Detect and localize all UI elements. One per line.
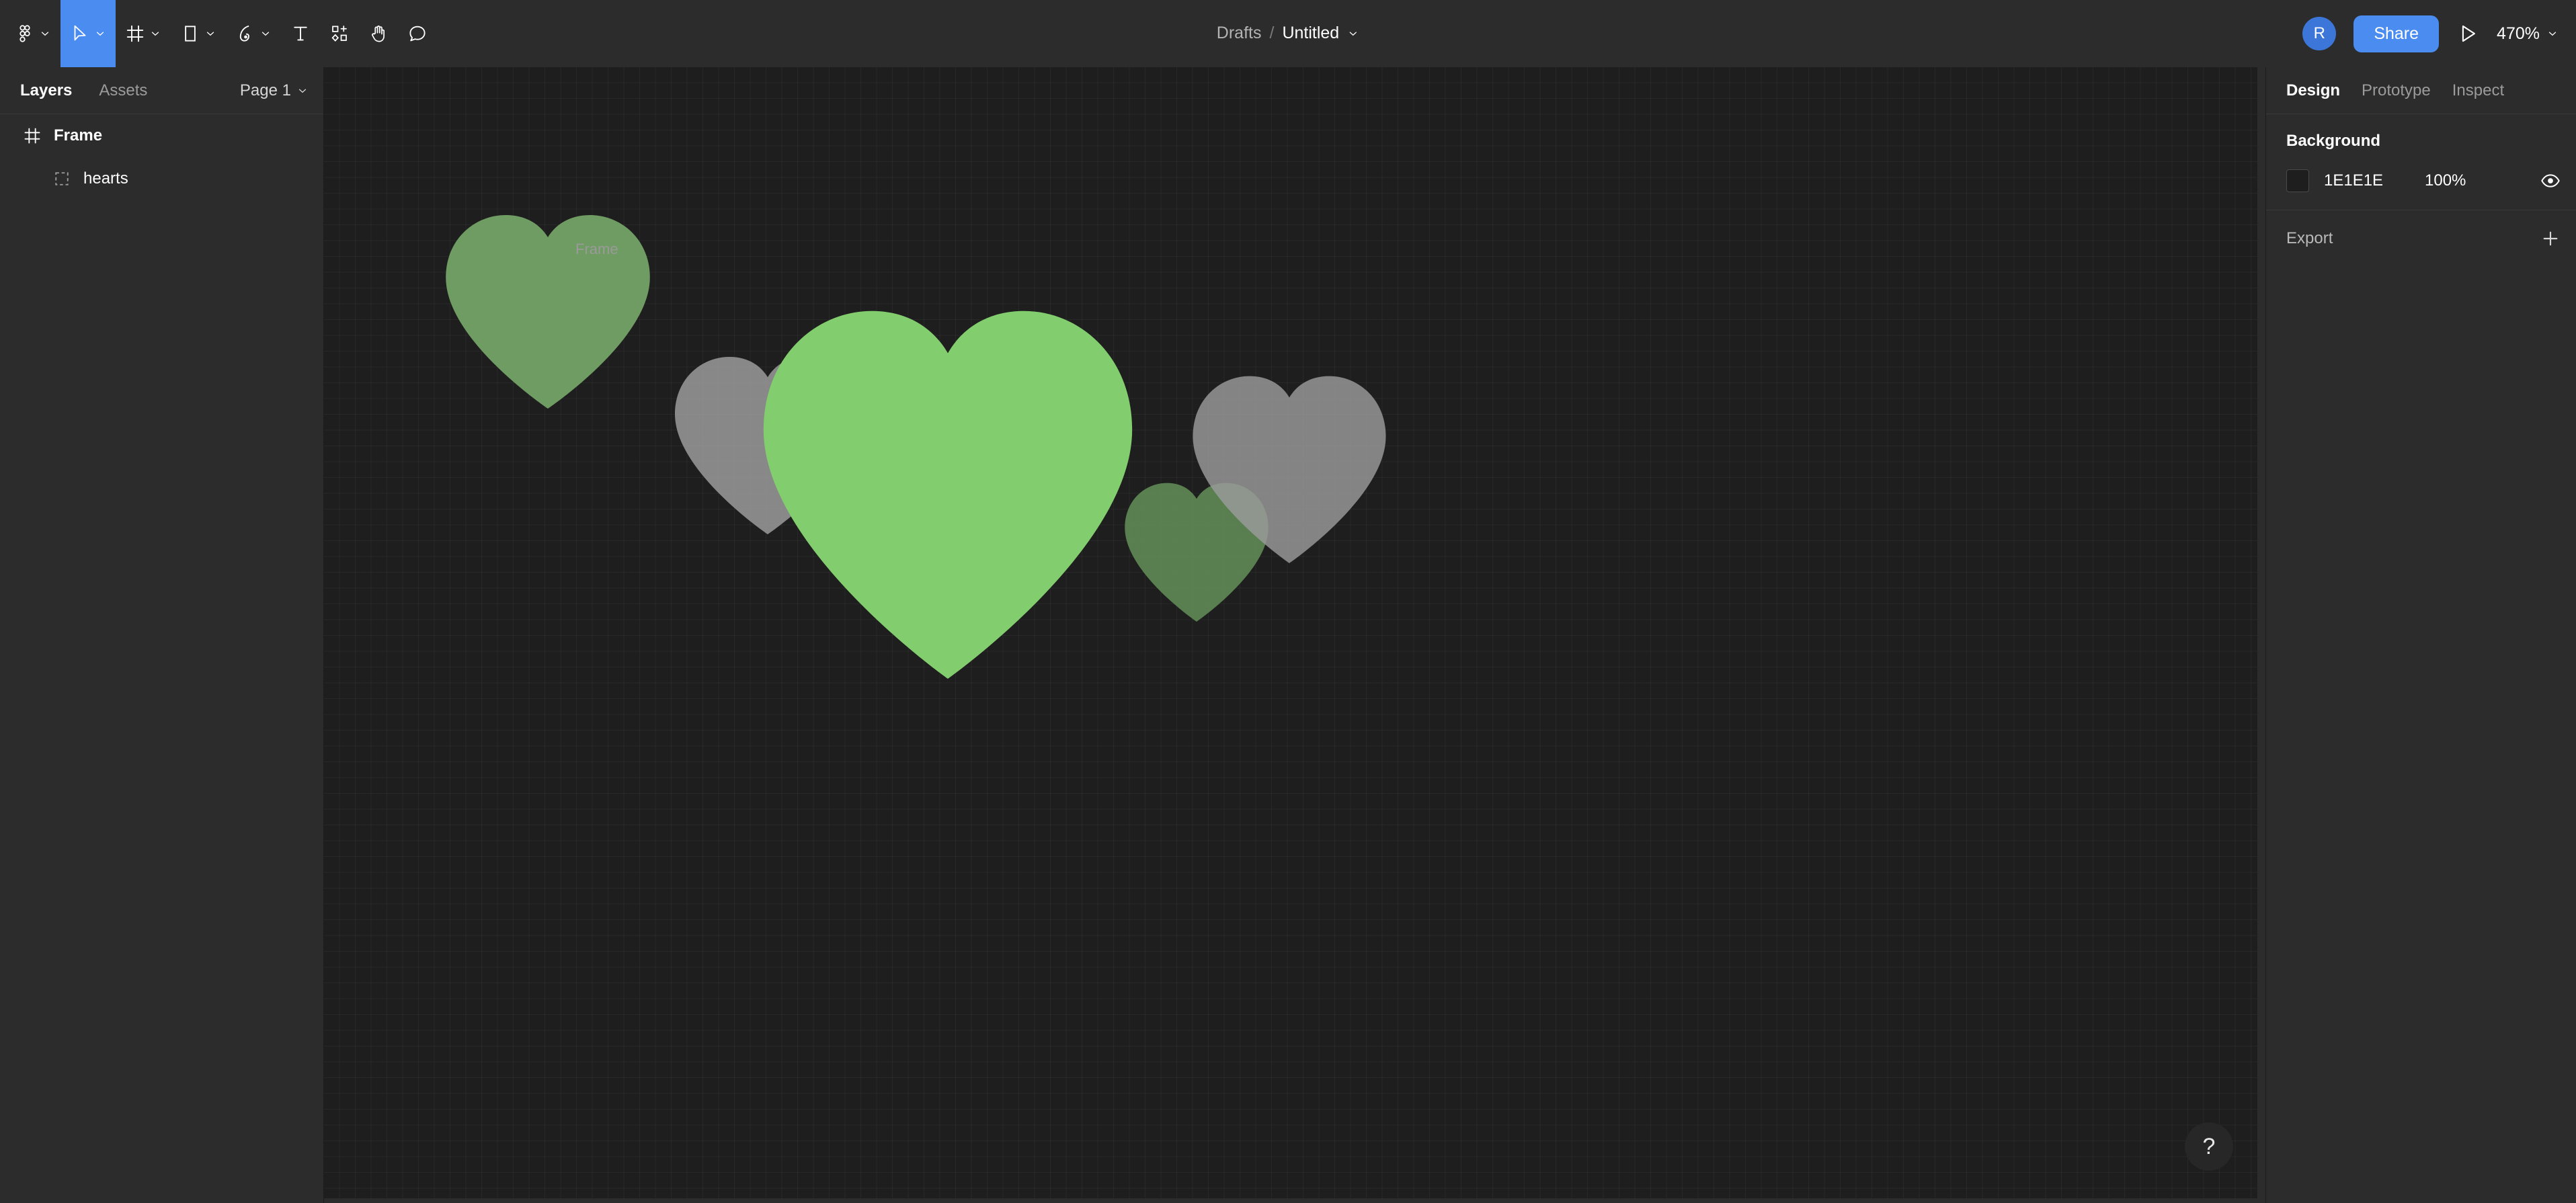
background-section: Background 1E1E1E 100% — [2266, 114, 2576, 210]
breadcrumb-project[interactable]: Drafts — [1217, 24, 1262, 43]
toolbar-right-group: R Share 470% — [2302, 0, 2559, 67]
background-color-swatch[interactable] — [2286, 169, 2309, 192]
help-label: ? — [2202, 1133, 2216, 1159]
share-button-label: Share — [2374, 24, 2419, 43]
shape-tool-icon — [185, 25, 196, 42]
figma-app-window: Drafts / Untitled R Share 470% Layers As… — [0, 0, 2576, 1203]
background-hex-value[interactable]: 1E1E1E — [2324, 171, 2425, 190]
resources-icon — [331, 25, 347, 42]
page-selector[interactable]: Page 1 — [240, 81, 309, 100]
frame-tool-icon — [126, 25, 144, 42]
chevron-down-icon — [41, 31, 49, 36]
breadcrumb-separator: / — [1269, 24, 1275, 42]
hearts-group[interactable] — [324, 67, 2257, 1198]
left-sidebar-tabs: Layers Assets Page 1 — [0, 67, 323, 114]
zoom-control[interactable]: 470% — [2497, 24, 2559, 44]
group-icon — [55, 172, 69, 185]
plus-icon[interactable] — [2540, 228, 2561, 249]
frame-icon — [24, 128, 40, 144]
tab-assets[interactable]: Assets — [99, 81, 147, 100]
export-section: Export — [2266, 210, 2576, 267]
background-fill-row: 1E1E1E 100% — [2286, 169, 2561, 192]
heart-1[interactable] — [446, 215, 650, 409]
text-tool-button[interactable] — [281, 0, 320, 67]
move-tool-button[interactable] — [61, 0, 116, 67]
toolbar-tool-group — [0, 0, 437, 67]
background-section-title: Background — [2286, 132, 2381, 150]
present-play-icon[interactable] — [2456, 22, 2479, 45]
eye-icon[interactable] — [2540, 170, 2561, 192]
figma-menu-button[interactable] — [5, 0, 61, 67]
canvas-viewport[interactable]: Frame ? — [324, 67, 2265, 1203]
layers-list: Frame hearts — [0, 114, 323, 200]
chevron-down-icon — [151, 31, 159, 36]
help-button[interactable]: ? — [2185, 1122, 2233, 1171]
frame-surface[interactable]: Frame — [324, 67, 2257, 1198]
comment-tool-button[interactable] — [398, 0, 437, 67]
right-sidebar: Design Prototype Inspect Background 1E1E… — [2265, 67, 2576, 1203]
left-sidebar: Layers Assets Page 1 Frame hearts — [0, 67, 324, 1203]
heart-shape[interactable] — [763, 310, 1133, 679]
figma-logo-icon — [19, 24, 30, 42]
move-tool-icon — [74, 25, 86, 40]
page-name: Page 1 — [239, 81, 291, 99]
heart-3[interactable] — [763, 310, 1133, 679]
comment-tool-icon — [409, 26, 426, 41]
chevron-down-icon — [206, 31, 214, 36]
top-toolbar: Drafts / Untitled R Share 470% — [0, 0, 2576, 67]
right-sidebar-tabs: Design Prototype Inspect — [2266, 67, 2576, 114]
breadcrumb: Drafts / Untitled — [1217, 0, 1359, 67]
tab-design[interactable]: Design — [2286, 81, 2340, 100]
resources-button[interactable] — [320, 0, 359, 67]
tab-inspect[interactable]: Inspect — [2452, 81, 2504, 100]
layer-name: hearts — [83, 169, 128, 188]
file-menu-chevron-down-icon[interactable] — [1347, 28, 1359, 40]
chevron-down-icon — [261, 31, 270, 36]
background-opacity-value[interactable]: 100% — [2425, 171, 2466, 190]
zoom-level-label: 470% — [2497, 24, 2540, 43]
hand-tool-icon — [372, 25, 385, 42]
shape-tool-button[interactable] — [171, 0, 226, 67]
text-tool-icon — [294, 26, 307, 40]
tab-prototype[interactable]: Prototype — [2362, 81, 2431, 100]
layer-name: Frame — [54, 126, 103, 144]
avatar[interactable]: R — [2302, 17, 2337, 50]
chevron-down-icon — [298, 88, 307, 93]
layer-row-hearts[interactable]: hearts — [0, 157, 323, 200]
pen-tool-button[interactable] — [226, 0, 281, 67]
pen-tool-icon — [239, 25, 249, 42]
heart-shape[interactable] — [446, 215, 650, 409]
layer-row-frame[interactable]: Frame — [0, 114, 323, 157]
avatar-initial: R — [2313, 24, 2325, 42]
frame-tool-button[interactable] — [116, 0, 171, 67]
share-button[interactable]: Share — [2353, 15, 2440, 52]
chevron-down-icon — [2548, 32, 2557, 36]
export-section-title: Export — [2286, 229, 2333, 247]
tab-layers[interactable]: Layers — [20, 81, 72, 100]
breadcrumb-file-name[interactable]: Untitled — [1282, 24, 1339, 43]
hand-tool-button[interactable] — [359, 0, 398, 67]
chevron-down-icon — [96, 31, 104, 36]
export-header: Export — [2286, 228, 2561, 249]
